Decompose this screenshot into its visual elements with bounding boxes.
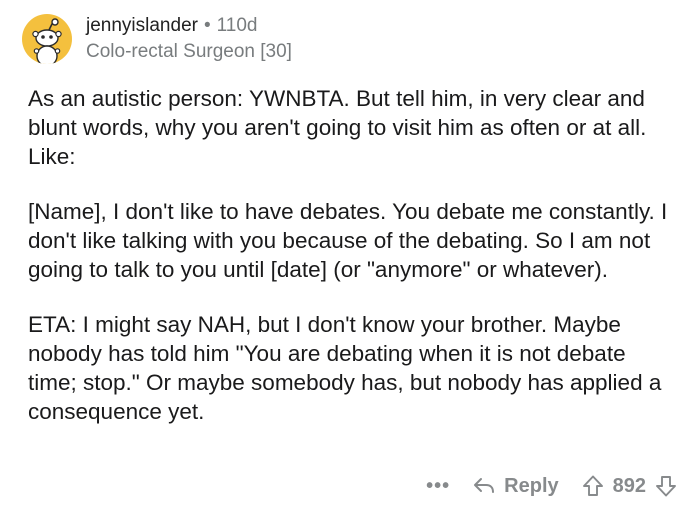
upvote-arrow-icon[interactable]: [581, 474, 605, 498]
comment-paragraph-1: As an autistic person: YWNBTA. But tell …: [28, 86, 647, 169]
comment-meta: jennyislander • 110d Colo-rectal Surgeon […: [86, 14, 292, 64]
author-username[interactable]: jennyislander: [86, 15, 198, 36]
vote-score: 892: [612, 474, 646, 497]
vote-controls: 892: [581, 474, 678, 498]
user-flair: Colo-rectal Surgeon [30]: [86, 41, 292, 62]
downvote-arrow-icon[interactable]: [654, 474, 678, 498]
comment: jennyislander • 110d Colo-rectal Surgeon […: [0, 0, 700, 514]
comment-paragraph-3: ETA: I might say NAH, but I don't know y…: [28, 312, 662, 424]
more-options-button[interactable]: •••: [426, 475, 450, 498]
author-line: jennyislander • 110d: [86, 14, 292, 38]
reply-label: Reply: [504, 474, 559, 497]
reply-arrow-icon: [474, 478, 495, 493]
comment-age: 110d: [216, 15, 258, 36]
comment-paragraph-2: [Name], I don't like to have debates. Yo…: [28, 199, 668, 282]
comment-header: jennyislander • 110d Colo-rectal Surgeon […: [22, 10, 292, 68]
reply-button[interactable]: Reply: [472, 474, 559, 498]
comment-actions: ••• Reply 892: [426, 470, 678, 502]
comment-body: As an autistic person: YWNBTA. But tell …: [28, 84, 678, 426]
snoo-avatar-icon[interactable]: [22, 14, 72, 64]
meta-separator: •: [203, 15, 211, 36]
